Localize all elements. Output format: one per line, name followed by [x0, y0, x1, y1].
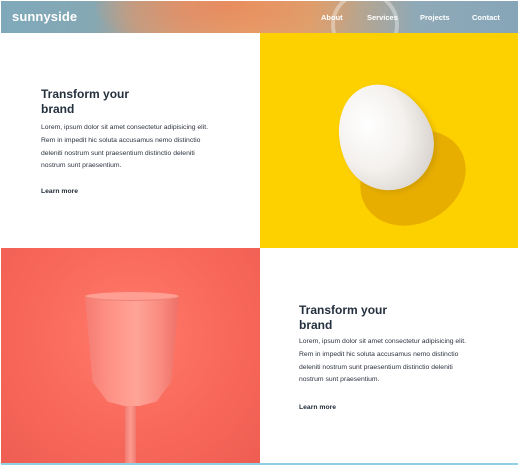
page: sunnyside About Services Projects Contac…: [1, 1, 518, 465]
nav-services[interactable]: Services: [367, 13, 398, 22]
feature-heading-1-line1: Transform your: [41, 87, 130, 101]
learn-more-link-1[interactable]: Learn more: [41, 188, 78, 195]
feature-text-panel-1: Transform your brand Lorem, ipsum dolor …: [1, 33, 260, 248]
learn-more-link-2[interactable]: Learn more: [299, 404, 336, 411]
contact-highlight: [453, 1, 517, 33]
feature-heading-2-line1: Transform your: [299, 303, 388, 317]
nav-projects[interactable]: Projects: [420, 13, 450, 22]
cup-image: [1, 248, 260, 463]
cup-body: [85, 296, 179, 406]
feature-body-2: Lorem, ipsum dolor sit amet consectetur …: [299, 338, 466, 384]
feature-heading-1: Transform your brand: [41, 87, 201, 117]
cup-rim: [85, 292, 179, 301]
feature-heading-2-line2: brand: [299, 318, 333, 332]
feature-heading-1-line2: brand: [41, 102, 75, 116]
cup-stem: [125, 404, 136, 463]
nav-about[interactable]: About: [321, 13, 343, 22]
feature-body-1: Lorem, ipsum dolor sit amet consectetur …: [41, 124, 208, 170]
feature-heading-2: Transform your brand: [299, 303, 459, 333]
egg-image: [260, 33, 518, 248]
logo[interactable]: sunnyside: [12, 9, 77, 24]
feature-text-panel-2: Transform your brand Lorem, ipsum dolor …: [260, 248, 518, 463]
site-header: sunnyside About Services Projects Contac…: [1, 1, 518, 33]
